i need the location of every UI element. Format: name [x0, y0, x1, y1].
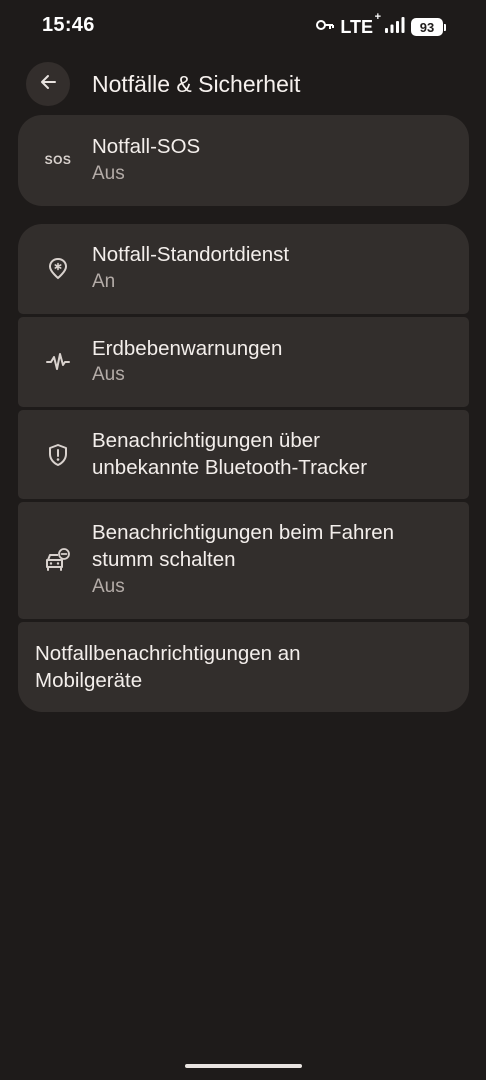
battery-icon: 93 — [411, 18, 446, 36]
item-subtitle: An — [92, 271, 116, 292]
shield-alert-icon — [44, 441, 72, 469]
sos-icon: SOS — [44, 146, 72, 174]
status-icons: LTE + 93 — [316, 11, 446, 39]
location-asterisk-icon — [44, 255, 72, 283]
status-time: 15:46 — [42, 14, 95, 36]
item-title: Notfall-Standortdienst — [92, 243, 290, 266]
sos-icon-label: SOS — [44, 153, 72, 167]
app-header: Notfälle & Sicherheit — [0, 60, 486, 110]
list-item-bluetooth-tracker[interactable]: Benachrichtigungen über unbekannte Bluet… — [18, 410, 469, 499]
list-item-notfall-sos[interactable]: SOS Notfall-SOS Aus — [18, 115, 469, 206]
network-type: LTE + — [340, 11, 381, 38]
network-label: LTE — [340, 16, 373, 37]
battery-level: 93 — [411, 18, 443, 36]
item-title: Benachrichtigungen beim Fahren stumm sch… — [92, 519, 449, 573]
status-bar: 15:46 LTE + 93 — [0, 0, 486, 54]
item-subtitle: Aus — [92, 163, 125, 184]
item-title: Notfall-SOS — [92, 135, 201, 158]
item-title: Erdbebenwarnungen — [92, 337, 283, 360]
home-indicator[interactable] — [185, 1064, 302, 1068]
item-title-line-2: stumm schalten — [92, 548, 236, 571]
key-icon — [316, 18, 335, 36]
item-subtitle: Aus — [92, 364, 125, 385]
item-title: Benachrichtigungen über unbekannte Bluet… — [92, 427, 449, 481]
signal-icon — [385, 16, 405, 38]
item-title-line-1: Notfallbenachrichtigungen an — [35, 642, 301, 665]
item-title-line-2: Mobilgeräte — [35, 669, 143, 692]
item-title-line-1: Benachrichtigungen beim Fahren — [92, 521, 394, 544]
list-item-notfallbenachrichtigungen[interactable]: Notfallbenachrichtigungen an Mobilgeräte — [18, 622, 469, 712]
item-title-line-2: unbekannte Bluetooth-Tracker — [92, 456, 368, 479]
item-subtitle: Aus — [92, 576, 125, 597]
list-item-erdbebenwarnungen[interactable]: Erdbebenwarnungen Aus — [18, 317, 469, 407]
network-plus: + — [374, 10, 381, 23]
back-button[interactable] — [26, 62, 70, 106]
list-item-fahren-stumm[interactable]: Benachrichtigungen beim Fahren stumm sch… — [18, 502, 469, 619]
car-mute-icon — [44, 546, 72, 574]
seismic-wave-icon — [44, 348, 72, 376]
arrow-back-icon — [38, 72, 58, 97]
list-item-notfall-standortdienst[interactable]: Notfall-Standortdienst An — [18, 224, 469, 314]
item-title-line-1: Benachrichtigungen über — [92, 429, 320, 452]
item-title: Notfallbenachrichtigungen an Mobilgeräte — [35, 640, 449, 694]
page-title: Notfälle & Sicherheit — [92, 71, 301, 97]
